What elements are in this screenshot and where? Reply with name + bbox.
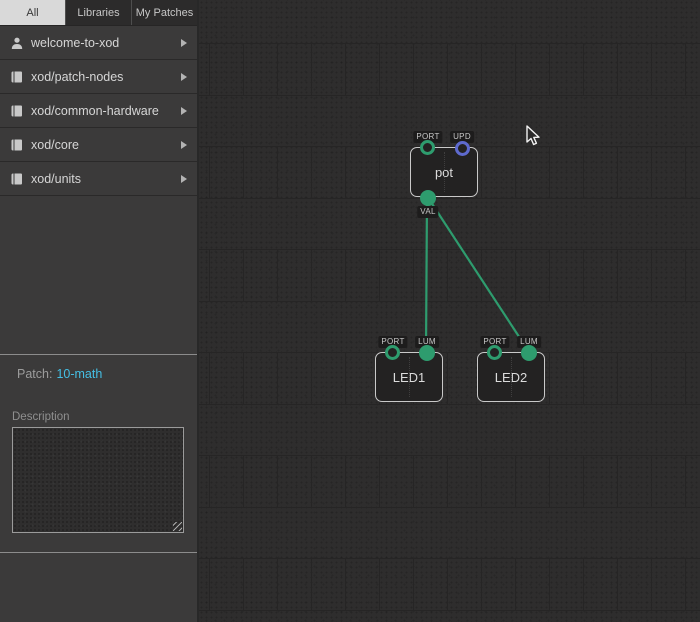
node-pot[interactable]: pot PORT UPD VAL	[410, 147, 478, 197]
sidebar-item-xod-patch-nodes[interactable]: xod/patch-nodes	[0, 60, 197, 94]
sidebar-item-label: xod/core	[31, 138, 79, 152]
sidebar-item-welcome-to-xod[interactable]: welcome-to-xod	[0, 26, 197, 60]
sidebar-item-label: welcome-to-xod	[31, 36, 119, 50]
browser-list: welcome-to-xod xod/patch-nodes xod/commo…	[0, 26, 197, 196]
node-led2[interactable]: LED2 PORT LUM	[477, 352, 545, 402]
xod-ide-window: All Libraries My Patches welcome-to-xod …	[0, 0, 700, 622]
book-icon	[10, 70, 24, 84]
chevron-right-icon	[181, 73, 187, 81]
link-pot-val-to-led2-lum[interactable]	[427, 196, 529, 352]
description-label: Description	[12, 411, 70, 423]
link-pot-val-to-led1-lum[interactable]	[426, 196, 427, 352]
slot-divider	[444, 152, 445, 192]
mouse-cursor-icon	[525, 125, 540, 147]
port-led1-port[interactable]	[385, 345, 400, 360]
tab-my-patches[interactable]: My Patches	[132, 0, 197, 25]
chevron-right-icon	[181, 175, 187, 183]
chevron-right-icon	[181, 39, 187, 47]
slot-divider	[511, 357, 512, 397]
node-led1[interactable]: LED1 PORT LUM	[375, 352, 443, 402]
sidebar-item-label: xod/units	[31, 172, 81, 186]
port-led1-lum[interactable]	[419, 345, 435, 361]
tab-all[interactable]: All	[0, 0, 66, 25]
port-pot-val[interactable]	[420, 190, 436, 206]
sidebar-item-label: xod/common-hardware	[31, 104, 159, 118]
book-icon	[10, 138, 24, 152]
chevron-right-icon	[181, 107, 187, 115]
sidebar-item-label: xod/patch-nodes	[31, 70, 123, 84]
slot-divider	[409, 357, 410, 397]
links-layer	[199, 0, 700, 622]
patch-name-link[interactable]: 10-math	[56, 367, 102, 381]
section-divider	[0, 552, 197, 553]
sidebar-item-xod-common-hardware[interactable]: xod/common-hardware	[0, 94, 197, 128]
section-divider	[0, 354, 197, 355]
sidebar-item-xod-core[interactable]: xod/core	[0, 128, 197, 162]
patch-editor-canvas[interactable]: pot PORT UPD VAL LED1 PORT LUM LED2 PORT…	[199, 0, 700, 622]
book-icon	[10, 172, 24, 186]
browser-tabs: All Libraries My Patches	[0, 0, 197, 26]
sidebar-item-xod-units[interactable]: xod/units	[0, 162, 197, 196]
current-patch-row: Patch: 10-math	[17, 367, 102, 381]
project-browser-sidebar: All Libraries My Patches welcome-to-xod …	[0, 0, 199, 622]
tab-libraries[interactable]: Libraries	[66, 0, 132, 25]
port-label: VAL	[417, 206, 438, 218]
port-led2-lum[interactable]	[521, 345, 537, 361]
user-icon	[10, 36, 24, 50]
port-pot-upd[interactable]	[455, 141, 470, 156]
port-led2-port[interactable]	[487, 345, 502, 360]
book-icon	[10, 104, 24, 118]
description-textarea[interactable]	[12, 427, 184, 533]
resize-handle-icon[interactable]	[173, 522, 182, 531]
patch-label: Patch:	[17, 367, 52, 381]
chevron-right-icon	[181, 141, 187, 149]
port-pot-port[interactable]	[420, 140, 435, 155]
